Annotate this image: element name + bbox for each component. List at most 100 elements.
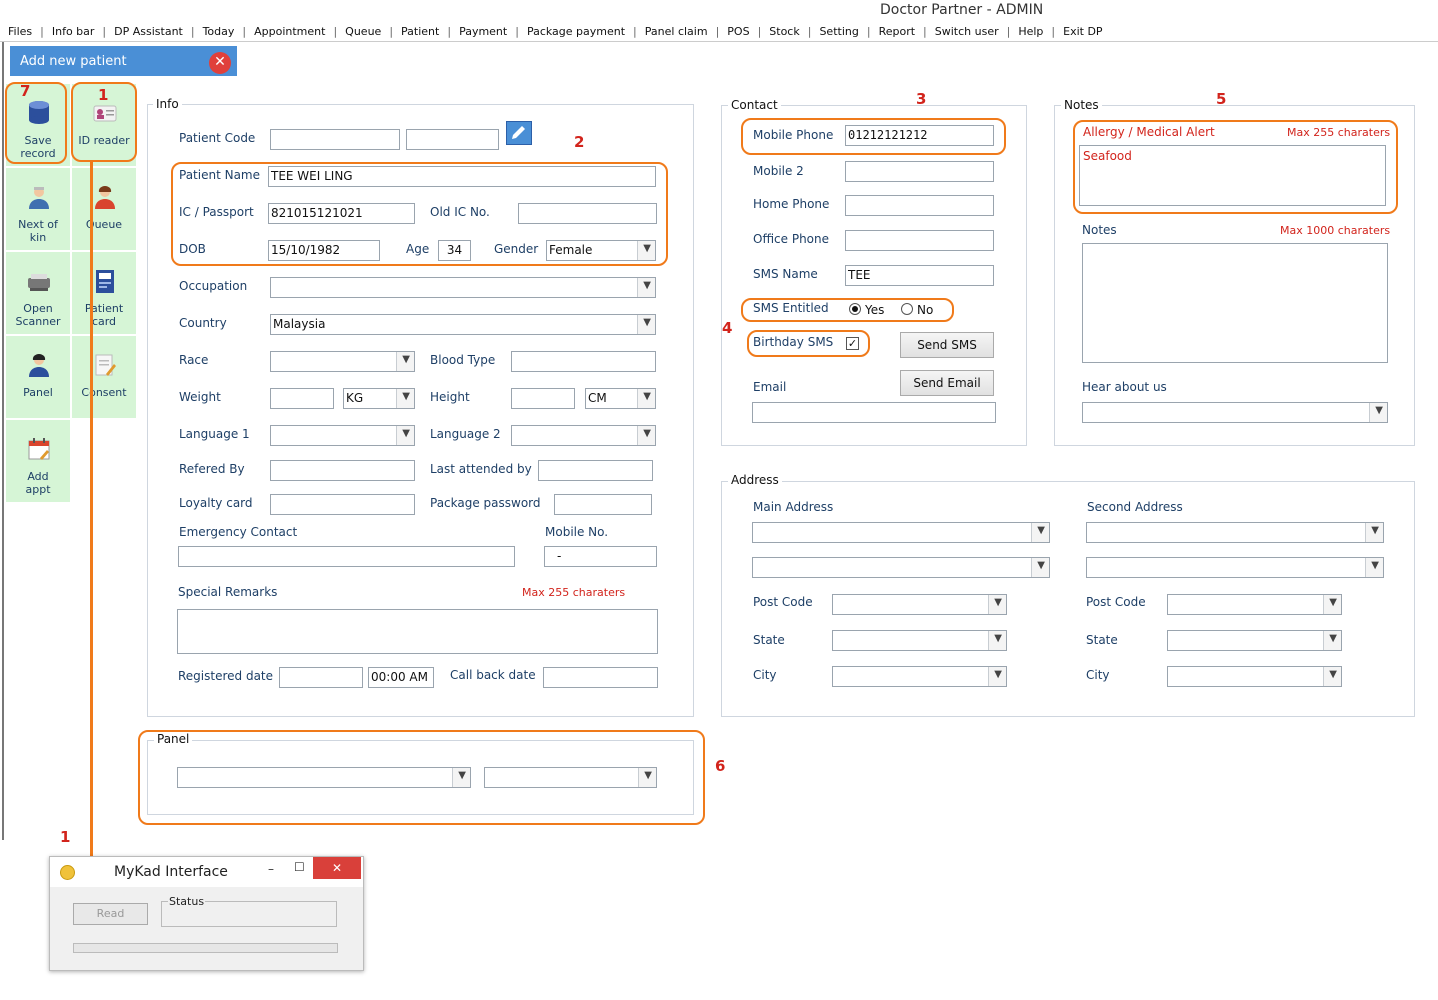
tab-add-new-patient[interactable]: Add new patient (10, 46, 237, 76)
annotation-7: 7 (20, 82, 31, 100)
dob-input[interactable]: 15/10/1982 (268, 240, 380, 261)
emergency-contact-input[interactable] (178, 546, 515, 567)
next-of-kin-button[interactable]: Next of kin (6, 168, 70, 250)
race-label: Race (179, 353, 209, 367)
menu-item-setting[interactable]: Setting (811, 25, 866, 38)
gender-select[interactable]: Female ▼ (546, 240, 656, 261)
tile-label: Panel (23, 386, 53, 399)
patient-code-input-2[interactable] (406, 129, 499, 150)
referred-by-input[interactable] (270, 460, 415, 481)
mobile-phone-label: Mobile Phone (753, 128, 834, 142)
send-email-button[interactable]: Send Email (900, 370, 994, 396)
loyalty-card-input[interactable] (270, 494, 415, 515)
menu-item-stock[interactable]: Stock (761, 25, 807, 38)
second-city-select[interactable]: ▼ (1167, 666, 1342, 687)
menu-item-switch-user[interactable]: Switch user (927, 25, 1007, 38)
send-sms-button[interactable]: Send SMS (900, 332, 994, 358)
menu-item-appointment[interactable]: Appointment (246, 25, 333, 38)
menu-item-info-bar[interactable]: Info bar (44, 25, 103, 38)
special-remarks-textarea[interactable] (177, 609, 658, 654)
gender-label: Gender (494, 242, 539, 256)
weight-input[interactable] (270, 388, 334, 409)
menu-item-payment[interactable]: Payment (451, 25, 515, 38)
menu-item-queue[interactable]: Queue (337, 25, 389, 38)
menu-item-panel-claim[interactable]: Panel claim (637, 25, 716, 38)
patient-card-button[interactable]: Patient card (72, 252, 136, 334)
sms-name-input[interactable]: TEE (845, 265, 994, 286)
birthday-sms-checkbox[interactable]: ✓ (846, 337, 859, 350)
language1-label: Language 1 (179, 427, 250, 441)
height-input[interactable] (511, 388, 575, 409)
main-postcode-select[interactable]: ▼ (832, 594, 1007, 615)
home-phone-input[interactable] (845, 195, 994, 216)
sms-no-label: No (917, 303, 934, 317)
menu-item-dp-assistant[interactable]: DP Assistant (106, 25, 191, 38)
main-address-select-1[interactable]: ▼ (752, 522, 1050, 543)
mykad-close-button[interactable]: ✕ (313, 857, 361, 879)
race-select[interactable]: ▼ (270, 351, 415, 372)
chevron-down-icon: ▼ (1375, 405, 1383, 416)
mobile-no-input[interactable]: - (544, 546, 657, 567)
edit-code-button[interactable] (506, 121, 532, 145)
close-tab-button[interactable]: ✕ (209, 52, 231, 74)
language1-select[interactable]: ▼ (270, 425, 415, 446)
patient-name-label: Patient Name (179, 168, 260, 182)
menu-item-today[interactable]: Today (195, 25, 243, 38)
hear-about-us-select[interactable]: ▼ (1082, 402, 1388, 423)
add-appt-button[interactable]: Add appt (6, 420, 70, 502)
main-city-select[interactable]: ▼ (832, 666, 1007, 687)
occupation-select[interactable]: ▼ (270, 277, 656, 298)
mobile2-input[interactable] (845, 161, 994, 182)
main-postcode-label: Post Code (753, 595, 813, 609)
email-input[interactable] (752, 402, 996, 423)
package-password-input[interactable] (554, 494, 652, 515)
menu-item-pos[interactable]: POS (719, 25, 757, 38)
weight-unit-select[interactable]: KG ▼ (343, 388, 415, 409)
old-ic-input[interactable] (518, 203, 657, 224)
chevron-down-icon: ▼ (458, 770, 466, 781)
ic-passport-input[interactable]: 821015121021 (268, 203, 415, 224)
notes-title: Notes (1061, 98, 1102, 112)
minimize-button[interactable]: – (268, 862, 274, 876)
call-back-date-input[interactable] (543, 667, 658, 688)
gender-value: Female (549, 243, 593, 257)
panel-button[interactable]: Panel (6, 336, 70, 418)
age-input[interactable]: 34 (438, 240, 471, 261)
notes-textarea[interactable] (1082, 243, 1388, 363)
consent-button[interactable]: Consent (72, 336, 136, 418)
main-state-select[interactable]: ▼ (832, 630, 1007, 651)
registered-date-input[interactable] (279, 667, 363, 688)
patient-code-input[interactable] (270, 129, 400, 150)
country-select[interactable]: Malaysia ▼ (270, 314, 656, 335)
blood-type-input[interactable] (511, 351, 656, 372)
language2-select[interactable]: ▼ (511, 425, 656, 446)
menu-item-report[interactable]: Report (871, 25, 923, 38)
chevron-down-icon: ▼ (643, 243, 651, 254)
second-postcode-select[interactable]: ▼ (1167, 594, 1342, 615)
menu-item-package-payment[interactable]: Package payment (519, 25, 633, 38)
menu-item-help[interactable]: Help (1010, 25, 1051, 38)
sms-entitled-no-radio[interactable] (901, 303, 913, 315)
menu-item-files[interactable]: Files (0, 25, 40, 38)
allergy-textarea[interactable]: Seafood (1079, 145, 1386, 206)
queue-person-icon (95, 185, 115, 209)
maximize-button[interactable]: ☐ (294, 860, 305, 874)
main-address-label: Main Address (753, 500, 834, 514)
patient-name-input[interactable]: TEE WEI LING (268, 166, 656, 187)
height-unit-select[interactable]: CM ▼ (585, 388, 656, 409)
registered-time-input[interactable]: 00:00 AM (368, 667, 434, 688)
second-state-select[interactable]: ▼ (1167, 630, 1342, 651)
read-button[interactable]: Read (73, 903, 148, 925)
menu-item-exit-dp[interactable]: Exit DP (1055, 25, 1110, 38)
queue-button[interactable]: Queue (72, 168, 136, 250)
second-address-select-1[interactable]: ▼ (1086, 522, 1384, 543)
office-phone-input[interactable] (845, 230, 994, 251)
open-scanner-button[interactable]: Open Scanner (6, 252, 70, 334)
last-attended-input[interactable] (538, 460, 653, 481)
second-address-select-2[interactable]: ▼ (1086, 557, 1384, 578)
menu-item-patient[interactable]: Patient (393, 25, 447, 38)
main-address-select-2[interactable]: ▼ (752, 557, 1050, 578)
annotation-arrow-line (90, 162, 93, 862)
sms-entitled-yes-radio[interactable] (849, 303, 861, 315)
mobile-phone-input[interactable]: 01212121212 (845, 125, 994, 146)
